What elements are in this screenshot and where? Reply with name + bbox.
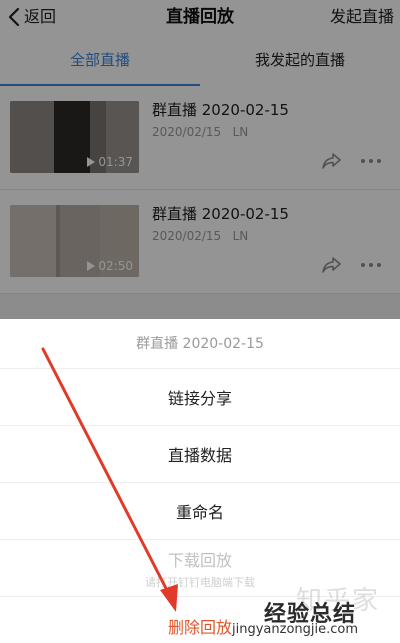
rename-option[interactable]: 重命名: [0, 483, 400, 540]
share-link-label: 链接分享: [167, 389, 232, 408]
rename-label: 重命名: [175, 503, 224, 522]
live-data-option[interactable]: 直播数据: [0, 426, 400, 483]
delete-replay-label: 删除回放: [167, 617, 232, 637]
live-data-label: 直播数据: [167, 446, 232, 465]
download-label: 下载回放: [167, 550, 232, 570]
share-link-option[interactable]: 链接分享: [0, 369, 400, 426]
watermark-url: jingyanzongjie.com: [232, 622, 359, 637]
action-sheet-title: 群直播 2020-02-15: [0, 319, 400, 369]
live-replay-page: 返回 直播回放 发起直播 全部直播 我发起的直播 01:37 群直播 2020-…: [0, 0, 400, 643]
download-hint: 请打开钉钉电脑端下载: [145, 575, 255, 589]
modal-backdrop[interactable]: [0, 0, 400, 319]
